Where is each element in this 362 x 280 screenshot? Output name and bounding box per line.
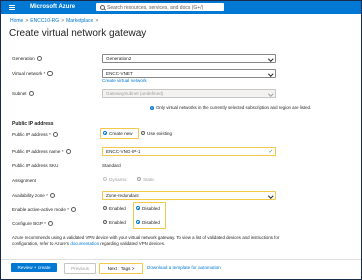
subnet-note: i Only virtual networks in the currently … xyxy=(150,105,312,110)
search-icon xyxy=(100,5,105,10)
public-ip-name-input[interactable]: ENCC-VNG-IP-1 ✓ xyxy=(102,147,276,156)
menu-icon[interactable] xyxy=(9,5,15,11)
info-icon xyxy=(65,148,71,155)
brand-logo-text[interactable]: Microsoft Azure xyxy=(30,4,75,10)
assignment-static-radio[interactable]: Static xyxy=(137,177,155,182)
info-icon xyxy=(47,70,53,77)
more-options-button[interactable]: ... xyxy=(138,29,145,38)
generation-select[interactable]: Generation2 xyxy=(102,54,276,63)
search-box[interactable]: Search resources, services, and docs (G+… xyxy=(96,3,224,11)
info-icon xyxy=(36,55,43,62)
chevron-down-icon xyxy=(267,70,273,76)
bgp-label: Configure BGP * xyxy=(12,220,54,227)
top-bar: Microsoft Azure Search resources, servic… xyxy=(1,1,361,14)
virtual-network-label: Virtual network * xyxy=(12,70,53,77)
info-filled-icon: i xyxy=(150,106,154,110)
generation-label: Generation xyxy=(12,55,43,62)
assignment-label: Assignment xyxy=(12,178,37,183)
availability-zone-label: Availability zone * xyxy=(12,192,56,199)
bgp-disabled-radio[interactable]: Disabled xyxy=(136,220,160,225)
availability-zone-select[interactable]: Zone-redundant xyxy=(102,191,276,200)
review-create-button[interactable]: Review + create xyxy=(11,263,57,272)
public-ip-sku-label: Public IP address SKU xyxy=(12,163,59,168)
chevron-down-icon xyxy=(267,55,273,61)
download-template-link[interactable]: Download a template for automation xyxy=(147,263,227,272)
active-active-disabled-radio[interactable]: Disabled xyxy=(136,206,160,211)
bgp-enabled-radio[interactable]: Enabled xyxy=(103,220,126,225)
next-tags-button[interactable]: Next : Tags > xyxy=(99,263,143,274)
info-icon xyxy=(28,90,34,97)
create-virtual-network-link[interactable]: Create virtual network xyxy=(102,78,147,83)
previous-button[interactable]: Previous xyxy=(64,263,96,274)
chevron-down-icon xyxy=(267,90,273,96)
active-active-enabled-radio[interactable]: Enabled xyxy=(103,206,126,211)
breadcrumb-home[interactable]: Home xyxy=(10,18,23,24)
breadcrumb: Home > ENCC10-RG > Marketplace > xyxy=(10,18,99,24)
assignment-dynamic-radio[interactable]: Dynamic xyxy=(103,177,127,182)
chevron-down-icon xyxy=(267,192,273,198)
public-ip-create-new-radio[interactable]: Create new xyxy=(103,131,133,136)
page-title: Create virtual network gateway xyxy=(9,28,147,39)
footer-divider xyxy=(1,259,361,260)
info-icon xyxy=(52,131,59,138)
subnet-select[interactable]: GatewaySubnet (undefined) xyxy=(102,89,276,98)
info-icon xyxy=(47,220,54,227)
virtual-network-select[interactable]: ENCC-VNET xyxy=(102,69,276,78)
documentation-link[interactable]: documentation xyxy=(70,241,99,246)
active-active-label: Enable active-active mode * xyxy=(12,206,77,213)
vpn-device-recommendation: Azure recommends using a validated VPN d… xyxy=(12,235,280,247)
public-ip-use-existing-radio[interactable]: Use existing xyxy=(141,131,172,136)
check-icon: ✓ xyxy=(268,148,273,155)
breadcrumb-resource-group[interactable]: ENCC10-RG xyxy=(30,18,59,24)
public-ip-name-label: Public IP address name * xyxy=(12,148,71,155)
search-input[interactable]: Search resources, services, and docs (G+… xyxy=(107,5,203,11)
public-ip-section-heading: Public IP address xyxy=(12,121,54,127)
info-icon xyxy=(70,206,77,213)
azure-portal-window: Microsoft Azure Search resources, servic… xyxy=(0,0,362,280)
public-ip-address-label: Public IP address * xyxy=(12,131,59,138)
info-icon xyxy=(49,192,56,199)
breadcrumb-marketplace[interactable]: Marketplace xyxy=(66,18,93,24)
public-ip-sku-value: Standard xyxy=(102,163,121,168)
subnet-label: Subnet xyxy=(12,90,34,97)
